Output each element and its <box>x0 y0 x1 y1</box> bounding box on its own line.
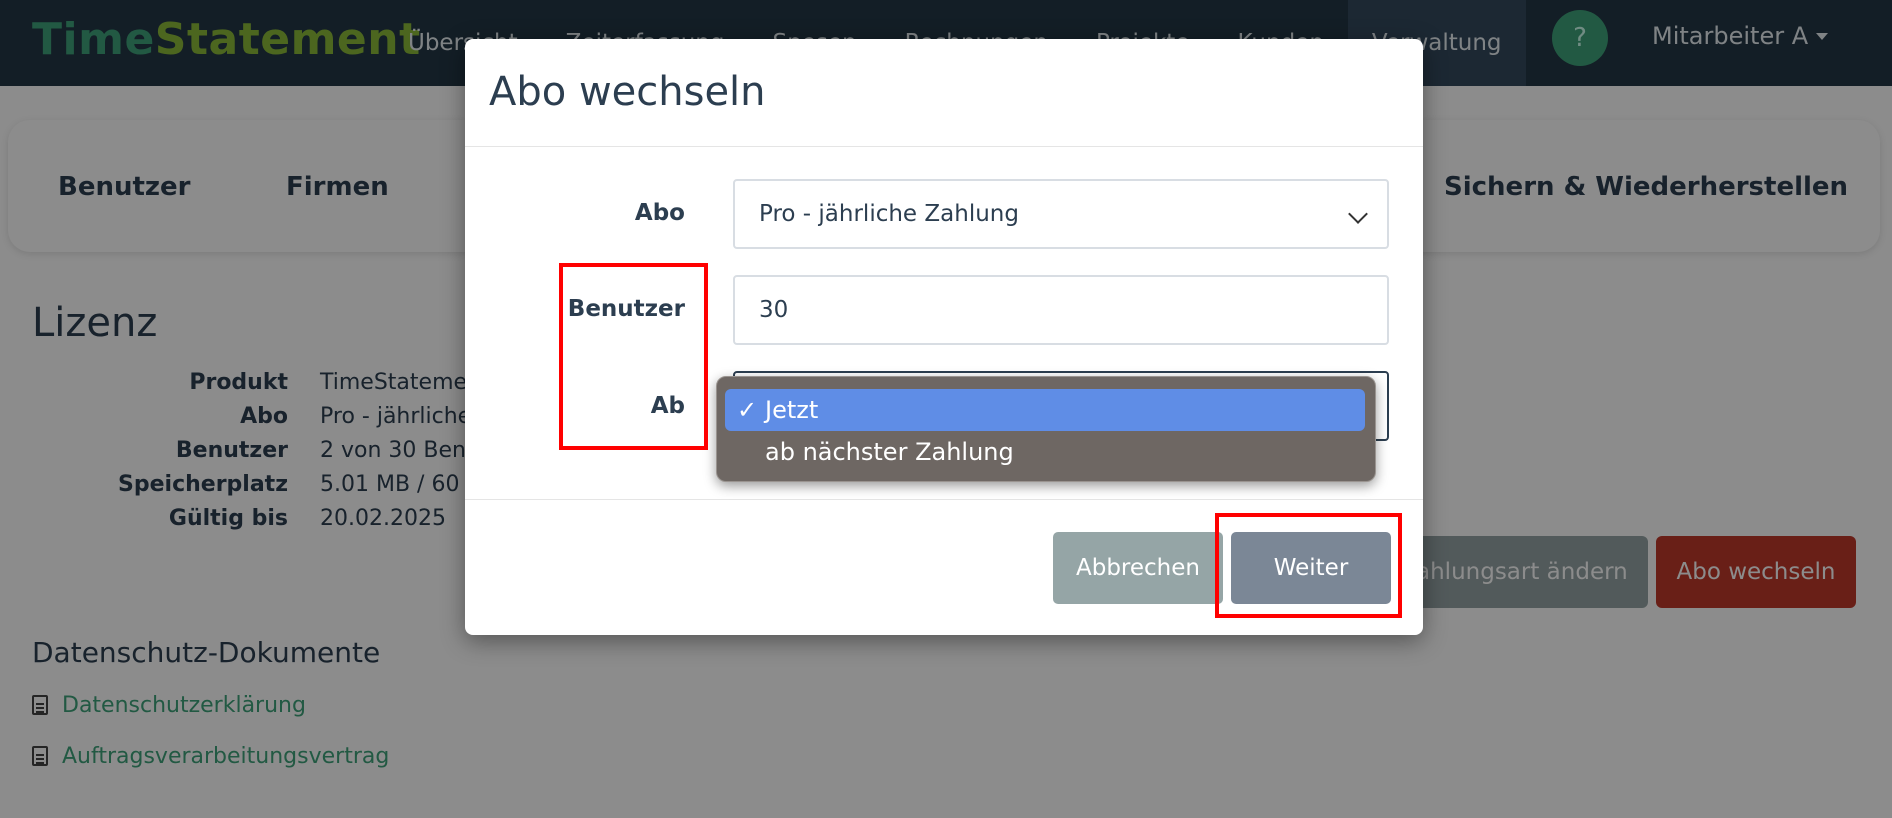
modal-footer-divider <box>465 499 1423 500</box>
option-jetzt-label: Jetzt <box>765 396 819 424</box>
highlight-box-next-button <box>1215 513 1402 618</box>
option-jetzt[interactable]: ✓ Jetzt <box>725 389 1365 431</box>
users-input[interactable]: 30 <box>733 275 1389 345</box>
option-next-payment-label: ab nächster Zahlung <box>765 438 1014 466</box>
users-input-value: 30 <box>759 297 789 323</box>
chevron-down-icon <box>1348 204 1368 224</box>
abo-select[interactable]: Pro - jährliche Zahlung <box>733 179 1389 249</box>
checkmark-icon: ✓ <box>737 396 758 424</box>
abo-select-value: Pro - jährliche Zahlung <box>759 201 1019 227</box>
abo-label: Abo <box>634 200 685 226</box>
option-next-payment[interactable]: ab nächster Zahlung <box>725 431 1365 473</box>
highlight-box-labels <box>559 263 708 450</box>
modal-title: Abo wechseln <box>489 69 766 115</box>
modal-header-divider <box>465 146 1423 147</box>
from-dropdown-menu: ✓ Jetzt ab nächster Zahlung <box>716 376 1376 482</box>
cancel-button[interactable]: Abbrechen <box>1053 532 1223 604</box>
